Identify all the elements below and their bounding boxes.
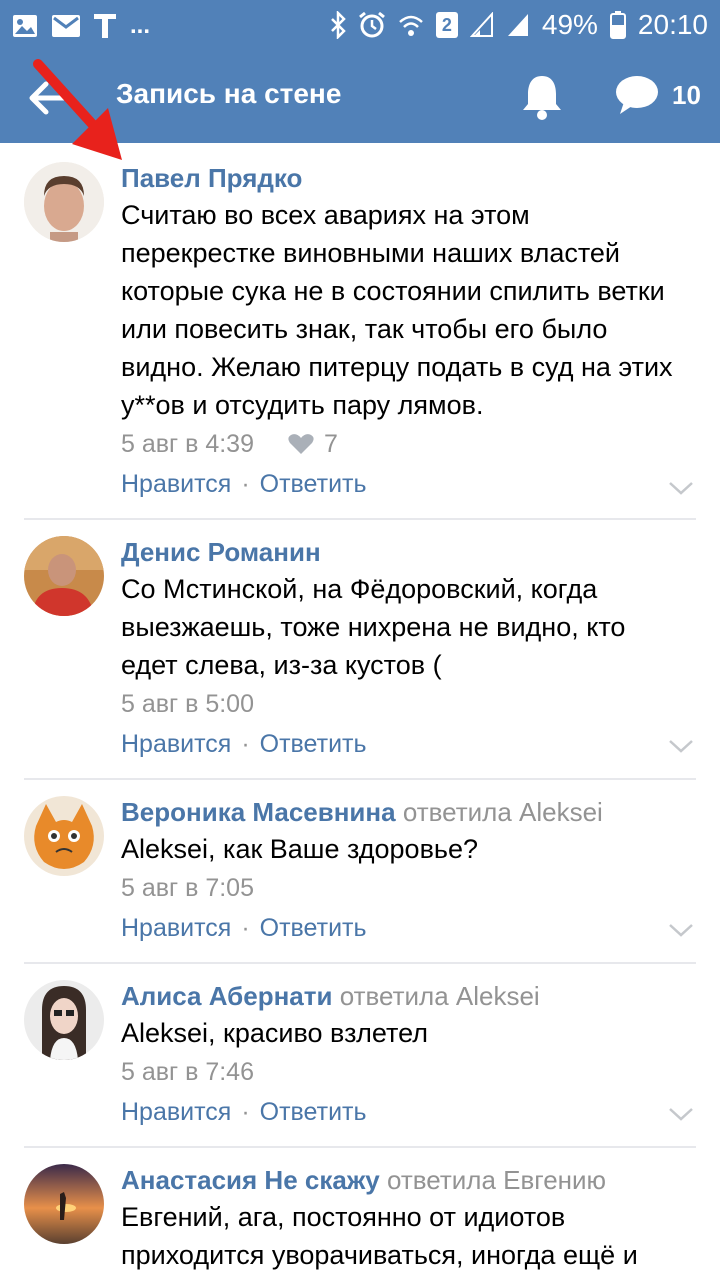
comment-meta: 5 авг в 4:39 7 [121,424,701,464]
comment-author[interactable]: Анастасия Не скажу ответила Евгению [121,1162,701,1198]
separator-dot: · [241,1098,250,1126]
reply-button[interactable]: Ответить [260,1098,367,1126]
separator-dot: · [241,914,250,942]
more-icon: ... [130,12,151,39]
clock: 20:10 [637,9,708,40]
comment-author[interactable]: Вероника Масевнина ответила Aleksei [121,794,701,830]
mail-icon [52,15,80,37]
reply-button[interactable]: Ответить [260,914,367,942]
comment-date: 5 авг в 5:00 [121,690,254,718]
comment-actions: Нравится · Ответить [121,464,701,504]
text-icon [94,14,116,38]
separator-dot: · [241,470,250,498]
comment-date: 5 авг в 7:05 [121,874,254,902]
avatar[interactable] [24,162,104,242]
like-button[interactable]: Нравится [121,1098,231,1126]
back-arrow-icon[interactable] [28,76,72,120]
bell-icon[interactable] [520,72,564,120]
separator-dot: · [241,730,250,758]
battery-percent: 49% [541,9,598,40]
like-button[interactable]: Нравится [121,730,231,758]
battery-icon [609,11,626,39]
avatar[interactable] [24,536,104,616]
divider [24,1146,696,1148]
comment-actions: Нравится · Ответить [121,1092,701,1132]
comment-text: Считаю во всех авариях на этом перекрест… [121,200,673,420]
reply-button[interactable]: Ответить [260,470,367,498]
comment-meta: 5 авг в 5:00 [121,684,701,724]
avatar[interactable] [24,980,104,1060]
bluetooth-icon [330,11,346,39]
replied-to[interactable]: ответила Aleksei [403,797,603,827]
divider [24,518,696,520]
like-button[interactable]: Нравится [121,914,231,942]
signal-icon-2 [506,12,530,38]
comment-text: Aleksei, красиво взлетел [121,1018,428,1048]
status-bar: ... 2 49% 20:10 [0,0,720,50]
signal-icon [469,12,494,38]
alarm-icon [358,11,386,39]
messages-count: 10 [672,80,701,110]
replied-to[interactable]: ответила Евгению [387,1165,606,1195]
chevron-down-icon[interactable] [668,738,694,754]
chevron-down-icon[interactable] [668,1106,694,1122]
messages-icon[interactable] [614,74,660,116]
comment-author[interactable]: Денис Романин [121,534,701,570]
comment-date: 5 авг в 4:39 [121,430,254,458]
like-button[interactable]: Нравится [121,470,231,498]
like-counter: 7 [288,424,338,464]
chevron-down-icon[interactable] [668,922,694,938]
system-icons: 2 49% 20:10 [330,8,708,42]
like-count: 7 [323,430,338,458]
image-icon [12,14,38,38]
notification-icons: ... [12,10,150,42]
replied-to[interactable]: ответила Aleksei [340,981,540,1011]
avatar[interactable] [24,796,104,876]
comment-text: Евгений, ага, постоянно от идиотов прихо… [121,1202,638,1270]
comment-date: 5 авг в 7:46 [121,1058,254,1086]
comment-actions: Нравится · Ответить [121,908,701,948]
chevron-down-icon[interactable] [668,480,694,496]
divider [24,962,696,964]
comment-author[interactable]: Алиса Абернати ответила Aleksei [121,978,701,1014]
divider [24,778,696,780]
comment-actions: Нравится · Ответить [121,724,701,764]
page-title: Запись на стене [116,78,342,109]
wifi-icon [398,12,424,38]
comment-text: Aleksei, как Ваше здоровье? [121,834,479,864]
comment-meta: 5 авг в 7:46 [121,1052,701,1092]
sim-icon: 2 [435,12,458,38]
avatar[interactable] [24,1164,104,1244]
comment-text: Со Мстинской, на Фёдоровский, когда выез… [121,574,626,680]
comment-author[interactable]: Павел Прядко [121,160,701,196]
heart-icon [288,434,314,454]
comment-meta: 5 авг в 7:05 [121,868,701,908]
app-toolbar: Запись на стене 10 [0,50,720,143]
reply-button[interactable]: Ответить [260,730,367,758]
